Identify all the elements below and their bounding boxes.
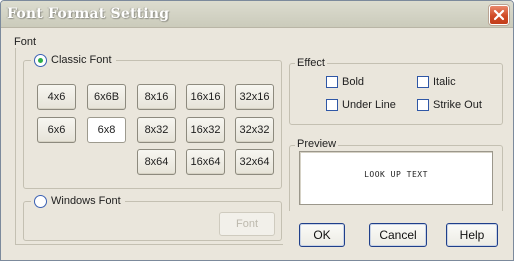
windows-font-radio[interactable] bbox=[34, 195, 47, 208]
font-button-8x16[interactable]: 8x16 bbox=[137, 84, 176, 110]
font-button-32x16[interactable]: 32x16 bbox=[235, 84, 274, 110]
font-button-8x32[interactable]: 8x32 bbox=[137, 117, 176, 143]
font-format-dialog: Font Format Setting Font Classic Font 4x… bbox=[0, 0, 514, 261]
underline-label: Under Line bbox=[342, 99, 396, 111]
font-button-8x64[interactable]: 8x64 bbox=[137, 149, 176, 175]
windows-font-label: Windows Font bbox=[51, 195, 121, 207]
effect-group-label: Effect bbox=[295, 57, 327, 69]
effect-group bbox=[289, 63, 503, 125]
font-button-6x6[interactable]: 6x6 bbox=[37, 117, 76, 143]
cancel-button[interactable]: Cancel bbox=[369, 223, 427, 247]
font-button-16x64[interactable]: 16x64 bbox=[186, 149, 225, 175]
title-bar[interactable]: Font Format Setting bbox=[1, 1, 513, 28]
radio-selected-dot bbox=[38, 58, 43, 63]
preview-box: LOOK UP TEXT bbox=[299, 151, 493, 205]
italic-checkbox[interactable] bbox=[417, 76, 429, 88]
classic-font-radio[interactable] bbox=[34, 54, 47, 67]
underline-checkbox[interactable] bbox=[326, 99, 338, 111]
preview-text: LOOK UP TEXT bbox=[364, 170, 428, 179]
font-button-32x32[interactable]: 32x32 bbox=[235, 117, 274, 143]
classic-font-label: Classic Font bbox=[51, 54, 112, 66]
strikeout-checkbox[interactable] bbox=[417, 99, 429, 111]
strikeout-label: Strike Out bbox=[433, 99, 482, 111]
font-button-32x64[interactable]: 32x64 bbox=[235, 149, 274, 175]
ok-button[interactable]: OK bbox=[299, 223, 345, 247]
help-button[interactable]: Help bbox=[446, 223, 498, 247]
font-button-6x6b[interactable]: 6x6B bbox=[87, 84, 126, 110]
font-group-label: Font bbox=[12, 36, 39, 48]
preview-label: Preview bbox=[295, 138, 339, 150]
font-button-16x16[interactable]: 16x16 bbox=[186, 84, 225, 110]
font-button[interactable]: Font bbox=[219, 212, 275, 236]
italic-label: Italic bbox=[433, 76, 456, 88]
window-title: Font Format Setting bbox=[7, 6, 170, 22]
font-button-4x6[interactable]: 4x6 bbox=[37, 84, 76, 110]
close-button[interactable] bbox=[489, 5, 509, 25]
bold-checkbox[interactable] bbox=[326, 76, 338, 88]
close-icon bbox=[493, 9, 505, 21]
font-button-16x32[interactable]: 16x32 bbox=[186, 117, 225, 143]
bold-label: Bold bbox=[342, 76, 365, 88]
font-button-6x8[interactable]: 6x8 bbox=[87, 117, 126, 143]
